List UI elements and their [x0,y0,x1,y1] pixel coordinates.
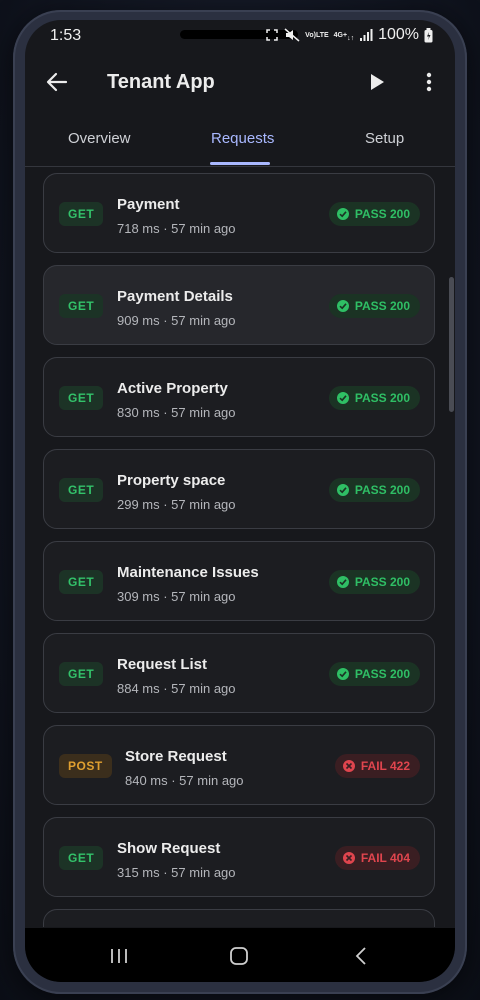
request-name: Active Property [117,380,228,397]
network-type-text: 4G+ [333,31,348,39]
check-circle-icon [336,668,349,680]
mute-icon [284,28,300,42]
run-button[interactable] [363,68,391,96]
request-meta: 909 ms · 57 min ago [117,313,236,328]
volte-bottom-text: LTE [315,31,329,39]
request-card[interactable]: GET Property space 299 ms · 57 min ago PASS… [43,449,435,529]
screen: 1:53 Vo) LTE 4G+ ↓↑ 100% Tenant App Over… [25,20,455,982]
check-circle-icon [336,208,349,220]
tab-overview[interactable]: Overview [68,130,131,147]
request-card[interactable]: POST Store Request 840 ms · 57 min ago FAIL… [43,725,435,805]
battery-percent: 100% [378,26,419,43]
request-name: Show Request [117,840,221,857]
status-text: PASS 200 [354,667,410,681]
home-icon [230,947,248,965]
request-name: Maintenance Issues [117,564,259,581]
request-meta: 315 ms · 57 min ago [117,865,236,880]
request-card-partial[interactable] [43,909,435,927]
status-text: PASS 200 [354,207,410,221]
recents-icon [111,949,127,963]
tab-requests[interactable]: Requests [211,130,274,147]
check-circle-icon [336,300,349,312]
method-badge: GET [59,386,104,410]
request-name: Payment Details [117,288,233,305]
method-badge: POST [59,754,112,778]
status-badge: PASS 200 [328,386,420,410]
app-title: Tenant App [107,71,215,93]
request-name: Payment [117,196,180,213]
scrollbar-thumb[interactable] [449,277,454,412]
check-circle-icon [336,392,349,404]
request-card[interactable]: GET Payment Details 909 ms · 57 min ago PAS… [43,265,435,345]
more-vert-icon [426,72,432,92]
recents-button[interactable] [105,942,133,970]
method-badge: GET [59,662,104,686]
request-meta: 830 ms · 57 min ago [117,405,236,420]
status-badge: PASS 200 [328,478,420,502]
more-options-button[interactable] [415,68,443,96]
status-badge: PASS 200 [328,570,420,594]
status-time: 1:53 [50,27,82,44]
request-card[interactable]: GET Maintenance Issues 309 ms · 57 min ago… [43,541,435,621]
screenshot-icon [265,28,279,42]
status-badge: FAIL 422 [334,754,420,778]
play-icon [371,74,384,90]
method-badge: GET [59,478,104,502]
status-text: PASS 200 [354,575,410,589]
request-card[interactable]: GET Show Request 315 ms · 57 min ago FAIL 4… [43,817,435,897]
method-badge: GET [59,570,104,594]
request-meta: 840 ms · 57 min ago [125,773,244,788]
request-list: GET Payment 718 ms · 57 min ago PASS 200 GET… [25,167,455,927]
volte-indicator: Vo) LTE [305,32,328,39]
battery-icon [424,27,433,43]
request-card[interactable]: GET Active Property 830 ms · 57 min ago PAS… [43,357,435,437]
chevron-back-icon [355,947,366,965]
system-nav-bar [25,928,455,982]
arrow-back-icon [46,72,68,92]
request-meta: 309 ms · 57 min ago [117,589,236,604]
active-tab-indicator [210,162,270,165]
request-meta: 299 ms · 57 min ago [117,497,236,512]
status-bar: 1:53 Vo) LTE 4G+ ↓↑ 100% [25,20,455,54]
method-badge: GET [59,202,104,226]
system-back-button[interactable] [347,942,375,970]
volte-top-text: Vo) [305,31,316,39]
status-text: PASS 200 [354,483,410,497]
network-type-indicator: 4G+ ↓↑ [333,31,355,43]
back-button[interactable] [43,68,71,96]
status-badge: PASS 200 [328,662,420,686]
status-icons: Vo) LTE 4G+ ↓↑ 100% [265,26,433,44]
status-badge: PASS 200 [328,202,420,226]
method-badge: GET [59,294,104,318]
tab-bar: Overview Requests Setup [25,114,455,167]
request-name: Store Request [125,748,227,765]
status-text: FAIL 422 [360,759,410,773]
request-meta: 718 ms · 57 min ago [117,221,236,236]
status-text: PASS 200 [354,299,410,313]
request-name: Property space [117,472,226,489]
signal-icon [359,28,373,42]
request-name: Request List [117,656,208,673]
status-badge: PASS 200 [328,294,420,318]
request-card[interactable]: GET Payment 718 ms · 57 min ago PASS 200 [43,173,435,253]
tab-setup[interactable]: Setup [365,130,404,147]
status-badge: FAIL 404 [334,846,420,870]
status-text: FAIL 404 [360,851,410,865]
check-circle-icon [336,484,349,496]
error-circle-icon [342,852,355,864]
request-card[interactable]: GET Request List 884 ms · 57 min ago PASS 2… [43,633,435,713]
method-badge: GET [59,846,104,870]
home-button[interactable] [225,942,253,970]
request-meta: 884 ms · 57 min ago [117,681,236,696]
error-circle-icon [342,760,355,772]
app-bar: Tenant App [25,54,455,114]
status-text: PASS 200 [354,391,410,405]
check-circle-icon [336,576,349,588]
